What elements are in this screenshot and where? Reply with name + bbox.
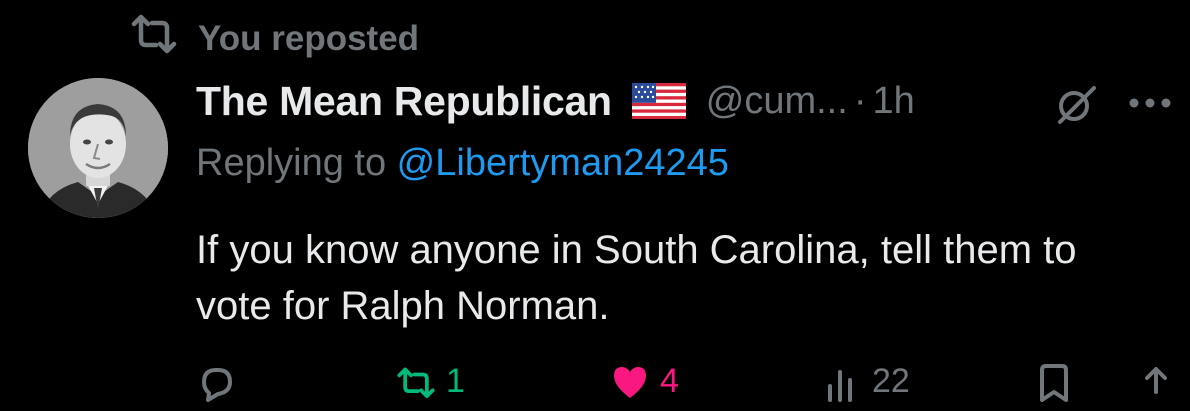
repost-icon	[130, 14, 178, 63]
like-count: 4	[660, 362, 679, 400]
tweet-actions: 1 4 22	[196, 362, 1176, 402]
bookmark-icon	[1034, 362, 1074, 411]
grok-icon[interactable]	[1054, 82, 1098, 126]
more-options-icon[interactable]	[1128, 96, 1172, 110]
repost-count: 1	[446, 362, 465, 400]
tweet-text: If you know anyone in South Carolina, te…	[196, 228, 1077, 328]
reply-icon	[196, 362, 236, 411]
header-separator: ·	[853, 79, 867, 122]
bookmark-button[interactable]	[1034, 362, 1074, 411]
repost-banner[interactable]: You reposted	[130, 14, 419, 63]
tweet-header: The Mean Republican @cum... · 1h	[196, 76, 915, 126]
reply-button[interactable]	[196, 362, 246, 411]
views-count: 22	[872, 362, 910, 400]
repost-action-icon	[396, 362, 436, 411]
author-handle[interactable]: @cum...	[706, 80, 848, 123]
tweet-timestamp[interactable]: 1h	[872, 80, 914, 123]
heart-icon	[610, 362, 650, 411]
repost-banner-text: You reposted	[198, 18, 420, 58]
replying-to-label: Replying to	[196, 142, 397, 184]
share-icon	[1136, 362, 1176, 411]
views-icon	[822, 362, 862, 411]
like-button[interactable]: 4	[610, 362, 679, 411]
repost-button[interactable]: 1	[396, 362, 465, 411]
author-display-name[interactable]: The Mean Republican	[196, 78, 612, 125]
reply-mention-link[interactable]: @Libertyman24245	[397, 142, 729, 184]
us-flag-icon	[631, 83, 686, 119]
avatar[interactable]	[28, 78, 168, 218]
views-button[interactable]: 22	[822, 362, 910, 411]
replying-to: Replying to @Libertyman24245	[196, 142, 729, 185]
share-button[interactable]	[1136, 362, 1176, 411]
